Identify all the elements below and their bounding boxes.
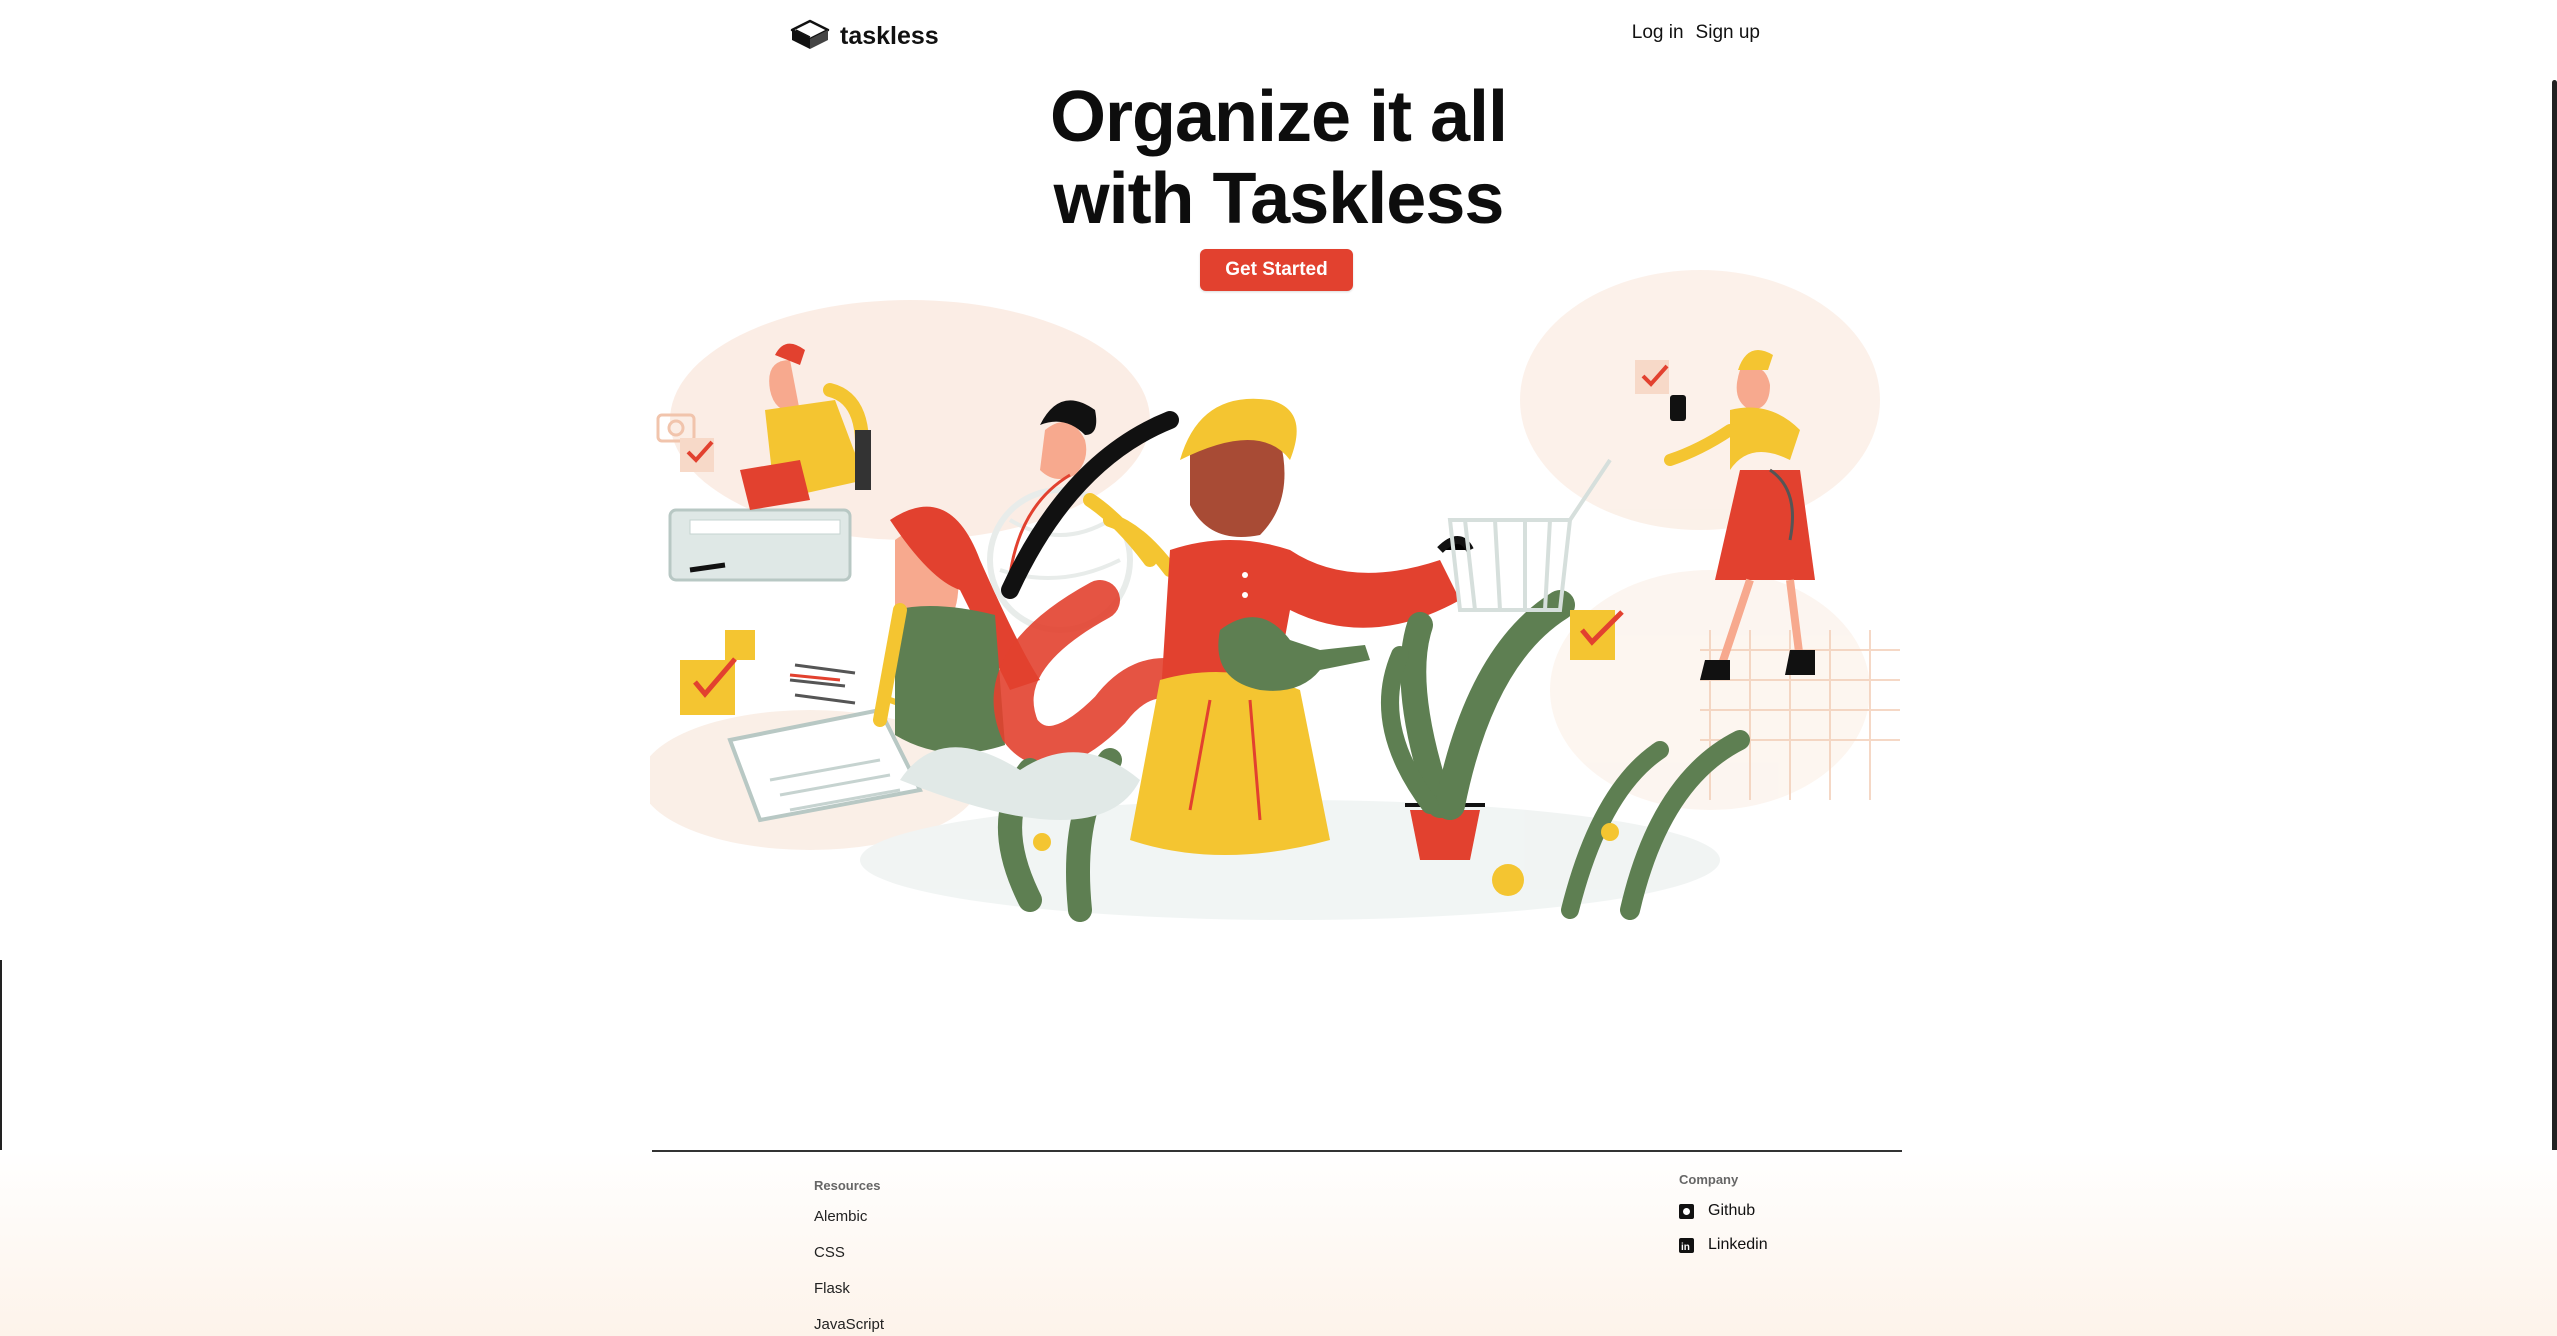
top-navigation: taskless Log in Sign up <box>790 0 1760 70</box>
footer-link-github[interactable]: Github <box>1679 1201 1768 1221</box>
brand-link[interactable]: taskless <box>790 18 939 54</box>
landing-page: taskless Log in Sign up Organize it all … <box>0 0 2557 1336</box>
footer-link-flask[interactable]: Flask <box>814 1279 884 1298</box>
checkmark-note-icon <box>1570 610 1624 660</box>
login-link[interactable]: Log in <box>1632 22 1684 44</box>
hero-title: Organize it all with Taskless <box>0 76 2557 240</box>
hero-illustration <box>650 270 1900 922</box>
resources-column: Resources Alembic CSS Flask JavaScript <box>814 1178 884 1336</box>
footer-link-javascript[interactable]: JavaScript <box>814 1315 884 1334</box>
page-footer: Resources Alembic CSS Flask JavaScript C… <box>0 1150 2557 1336</box>
page-scrollbar[interactable] <box>2552 80 2557 1200</box>
linkedin-label: Linkedin <box>1708 1236 1768 1253</box>
footer-divider <box>652 1150 1902 1152</box>
stacked-box-logo-icon <box>790 19 830 49</box>
resources-heading: Resources <box>814 1178 881 1193</box>
hero-title-line-1: Organize it all <box>1049 77 1508 157</box>
linkedin-icon <box>1679 1237 1694 1258</box>
checkmark-box-icon <box>680 438 714 472</box>
footer-link-css[interactable]: CSS <box>814 1243 884 1262</box>
github-icon <box>1679 1203 1694 1219</box>
sticky-notes <box>680 630 856 715</box>
footer-link-alembic[interactable]: Alembic <box>814 1207 884 1226</box>
company-column: Company Github Linkedin <box>1679 1172 1768 1269</box>
auth-links: Log in Sign up <box>1632 22 1760 44</box>
github-label: Github <box>1708 1202 1756 1219</box>
company-heading: Company <box>1679 1172 1739 1187</box>
signup-link[interactable]: Sign up <box>1696 22 1760 44</box>
footer-link-linkedin[interactable]: Linkedin <box>1679 1235 1768 1258</box>
brand-name: taskless <box>840 21 939 50</box>
